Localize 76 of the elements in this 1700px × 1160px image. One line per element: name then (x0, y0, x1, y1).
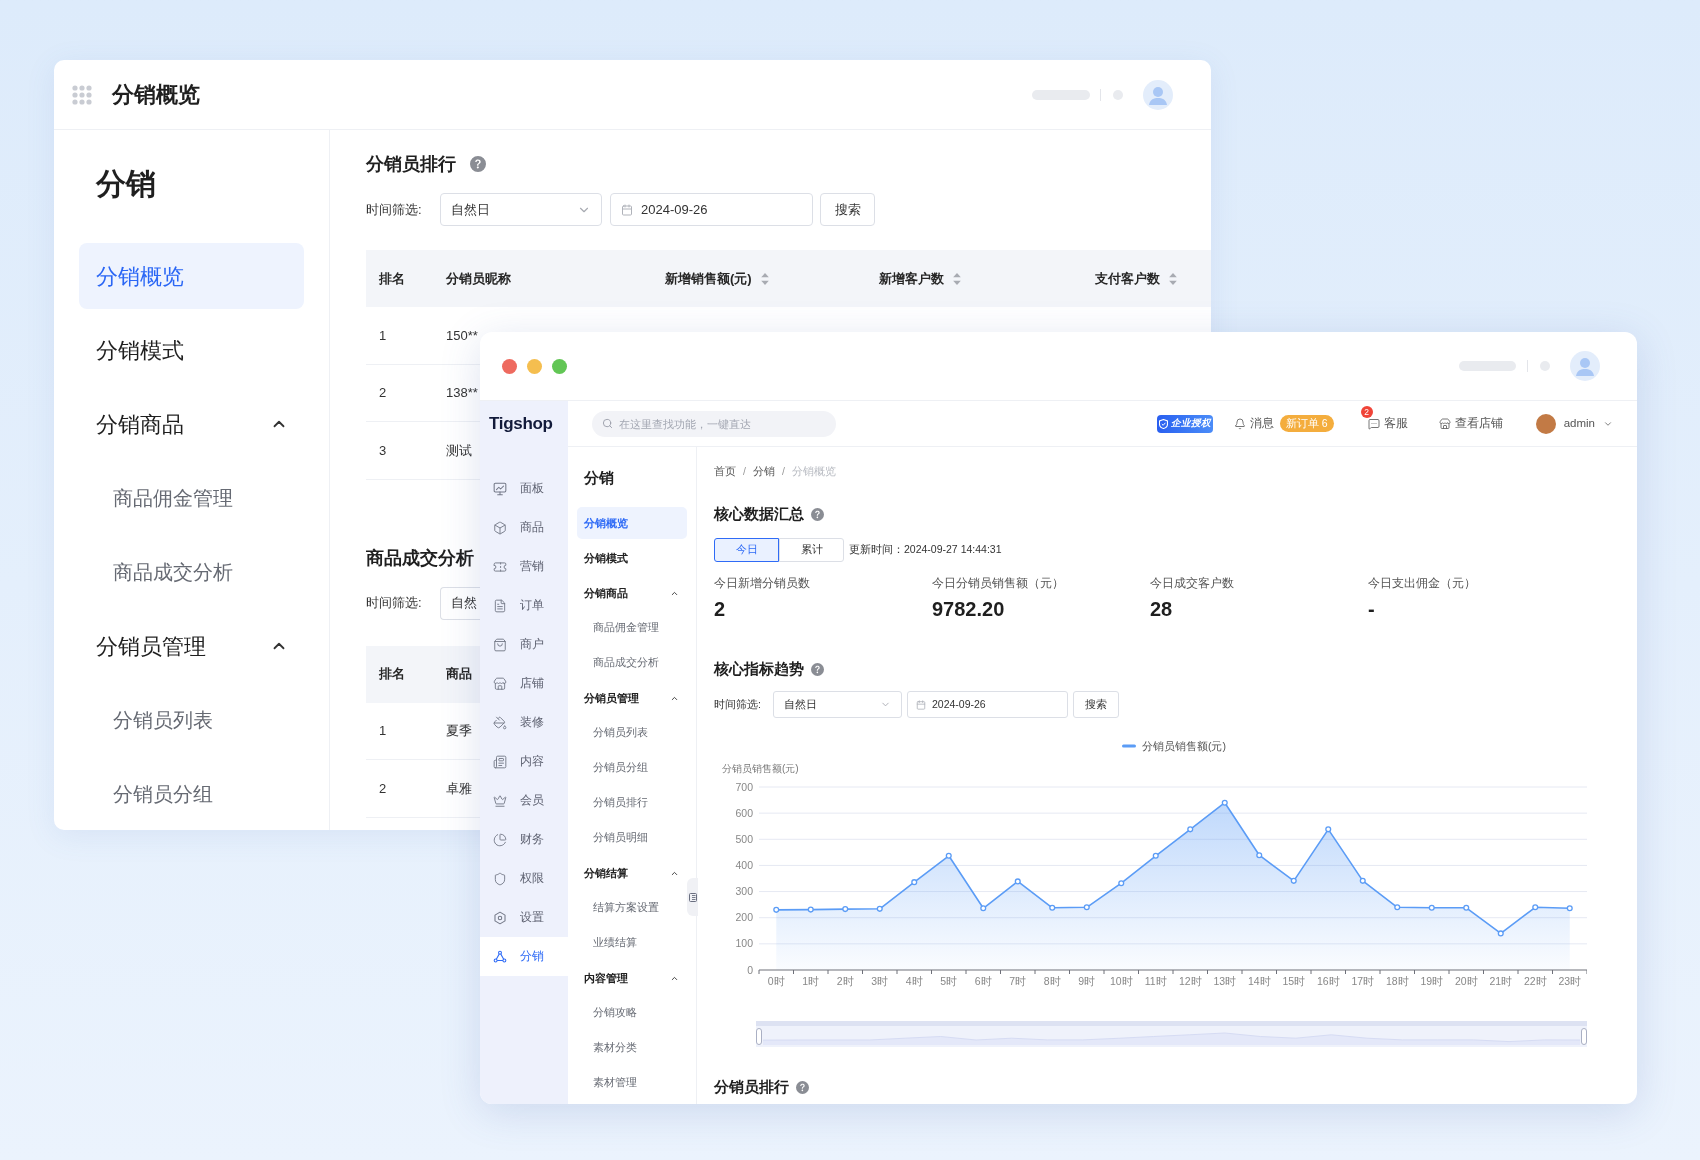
section-title: 核心指标趋势 (714, 659, 804, 679)
y-tick-label: 200 (735, 911, 753, 924)
breadcrumb-separator: / (743, 464, 746, 478)
table-cell-text: 2 (379, 779, 387, 798)
column-header: 新增客户数 (879, 269, 944, 288)
stat-label: 今日成交客户数 (1150, 576, 1234, 591)
x-tick-label: 16时 (1316, 975, 1340, 987)
x-tick-label: 23时 (1558, 975, 1582, 987)
x-tick-label: 7时 (1009, 975, 1027, 987)
table-cell-text: 150** (446, 326, 478, 345)
column-header: 排名 (379, 665, 405, 684)
stat-value: 2 (714, 597, 726, 621)
badge-text: 企业授权 (1170, 416, 1211, 431)
x-tick-label: 11时 (1144, 975, 1167, 987)
x-tick-label: 13时 (1213, 975, 1237, 987)
breadcrumb-separator: / (781, 464, 785, 478)
x-tick-label: 0时 (767, 975, 785, 987)
table-cell-text: 2 (379, 384, 387, 402)
breadcrumb-current: 分销概览 (791, 464, 836, 478)
x-tick-label: 14时 (1247, 975, 1271, 987)
y-tick-label: 100 (735, 937, 753, 950)
x-tick-label: 10时 (1109, 975, 1133, 987)
stat-label: 今日新增分销员数 (714, 576, 810, 591)
x-tick-label: 9时 (1078, 975, 1096, 987)
update-time: 更新时间：2024-09-27 14:44:31 (849, 542, 1002, 558)
stat-value: 9782.20 (932, 597, 1005, 621)
filter-label: 时间筛选: (366, 200, 423, 219)
table-cell-text: 1 (379, 326, 387, 345)
column-header: 商品 (446, 665, 472, 684)
x-tick-label: 22时 (1523, 975, 1547, 987)
x-tick-label: 12时 (1178, 975, 1202, 987)
table-cell-text: 卓雅 (446, 779, 472, 798)
axis-title: 分销员销售额(元) (722, 763, 799, 774)
stat-label: 今日支出佣金（元） (1368, 576, 1476, 591)
x-tick-label: 1时 (802, 975, 820, 987)
table-cell-text: 3 (379, 441, 387, 460)
section-title: 核心数据汇总 (714, 504, 804, 524)
table-cell-text: 1 (379, 722, 387, 740)
y-tick-label: 600 (735, 806, 753, 819)
filter-label: 时间筛选: (366, 594, 423, 613)
x-tick-label: 21时 (1489, 975, 1513, 987)
x-tick-label: 3时 (871, 975, 889, 987)
x-tick-label: 20时 (1454, 975, 1478, 987)
column-header: 支付客户数 (1095, 269, 1160, 288)
y-tick-label: 700 (735, 780, 753, 793)
column-header: 分销员昵称 (446, 269, 511, 288)
stat-label: 今日分销员销售额（元） (932, 576, 1064, 591)
section-title: 分销员排行 (366, 153, 456, 176)
window-title: 分销概览 (112, 81, 200, 109)
x-tick-label: 5时 (940, 975, 958, 987)
y-tick-label: 300 (735, 885, 753, 898)
sidebar-title: 分销 (96, 166, 156, 202)
x-tick-label: 2时 (836, 975, 854, 987)
new-order-badge: 新订单 6 (1279, 415, 1334, 432)
x-tick-label: 17时 (1351, 975, 1375, 987)
y-tick-label: 0 (747, 963, 753, 976)
y-tick-label: 400 (735, 858, 753, 871)
section-title: 分销员排行 (714, 1077, 789, 1097)
table-cell-text: 测试 (446, 441, 472, 460)
stat-value: 28 (1150, 597, 1173, 621)
y-tick-label: 500 (735, 832, 753, 845)
x-tick-label: 8时 (1043, 975, 1061, 987)
x-tick-label: 4时 (905, 975, 923, 987)
column-header: 新增销售额(元) (665, 269, 752, 288)
x-tick-label: 15时 (1282, 975, 1306, 987)
column-header: 排名 (379, 269, 405, 288)
x-tick-label: 18时 (1385, 975, 1409, 987)
x-tick-label: 19时 (1420, 975, 1444, 987)
filter-label: 时间筛选: (714, 696, 762, 712)
x-tick-label: 6时 (974, 975, 992, 987)
count-badge: 2 (1360, 405, 1373, 418)
table-cell-text: 夏季 (446, 722, 472, 740)
stat-value: - (1368, 597, 1375, 621)
table-cell-text: 138** (446, 384, 478, 402)
section-title: 商品成交分析 (366, 546, 474, 570)
submenu-title: 分销 (584, 468, 614, 488)
